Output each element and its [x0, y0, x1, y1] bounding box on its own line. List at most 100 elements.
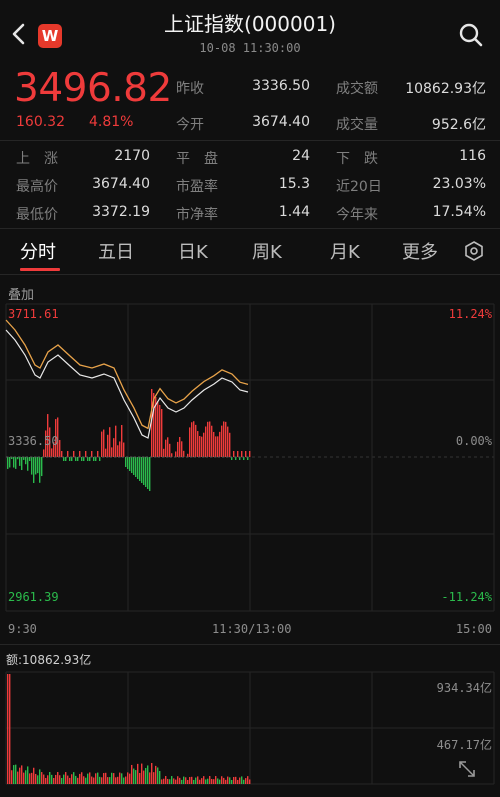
- volume-bar: [65, 772, 67, 784]
- stat-label: 最低价: [16, 207, 58, 223]
- turnover-label: 成交额: [336, 81, 378, 97]
- breadth-bar: [215, 436, 217, 457]
- volume-bar: [181, 779, 183, 784]
- volume-bar: [81, 772, 83, 784]
- volume-bar: [73, 772, 75, 784]
- x-axis-start: 9:30: [8, 622, 37, 636]
- breadth-bar: [209, 421, 211, 457]
- volume-bar: [113, 773, 115, 784]
- volume-bar: [227, 776, 229, 784]
- volume-bar: [237, 779, 239, 784]
- tab-weekly-k[interactable]: 周K: [252, 238, 282, 264]
- breadth-bar: [91, 451, 93, 457]
- price-change-pct: 4.81%: [89, 114, 134, 130]
- volume-bar: [139, 772, 141, 784]
- tab-more[interactable]: 更多: [402, 238, 438, 264]
- volume-bar: [13, 765, 15, 784]
- volume-bar: [217, 778, 219, 784]
- volume-bar: [109, 777, 111, 784]
- breadth-bar: [83, 457, 85, 461]
- breadth-bar: [159, 405, 161, 457]
- volume-bar: [51, 774, 53, 784]
- page-title: 上证指数(000001): [164, 12, 336, 36]
- breadth-bar: [99, 457, 101, 461]
- breadth-bar: [101, 431, 103, 457]
- breadth-bar: [191, 422, 193, 457]
- breadth-bar: [59, 439, 61, 457]
- volume-bar: [243, 779, 245, 784]
- stat-value: 24: [292, 148, 310, 164]
- breadth-bar: [167, 437, 169, 457]
- breadth-bar: [67, 451, 69, 457]
- breadth-bar: [131, 457, 133, 473]
- volume-bar: [125, 776, 127, 784]
- volume-bar: [21, 765, 23, 784]
- volume-bar: [119, 772, 121, 784]
- breadth-bar: [197, 431, 199, 457]
- volume-bar: [43, 774, 45, 784]
- volume-bar: [183, 776, 185, 784]
- breadth-bar: [119, 441, 121, 457]
- volume-bar: [105, 772, 107, 784]
- volume-bar: [33, 767, 35, 784]
- breadth-bar: [249, 451, 251, 457]
- volume-bar: [121, 773, 123, 784]
- breadth-bar: [195, 424, 197, 457]
- volume-bar: [185, 777, 187, 784]
- tab-daily-k[interactable]: 日K: [178, 238, 208, 264]
- breadth-bar: [225, 421, 227, 457]
- breadth-bar: [41, 457, 43, 477]
- intraday-chart[interactable]: [0, 300, 500, 645]
- volume-bar: [53, 777, 55, 784]
- breadth-bar: [79, 451, 81, 457]
- breadth-bar: [223, 421, 225, 457]
- breadth-bar: [245, 451, 247, 457]
- volume-bar: [45, 777, 47, 784]
- stat-value: 2170: [114, 148, 150, 164]
- breadth-bar: [71, 457, 73, 461]
- breadth-bar: [97, 451, 99, 457]
- expand-icon: [459, 761, 475, 777]
- volume-bar: [69, 777, 71, 784]
- volume-bar: [103, 773, 105, 784]
- breadth-bar: [227, 426, 229, 457]
- tab-intraday[interactable]: 分时: [20, 238, 56, 264]
- breadth-bar: [103, 429, 105, 457]
- volume-bar: [223, 777, 225, 784]
- x-axis-end: 15:00: [455, 622, 492, 636]
- breadth-bar: [221, 425, 223, 457]
- breadth-bar: [237, 451, 239, 457]
- volume-bar: [199, 779, 201, 784]
- tab-five-day[interactable]: 五日: [98, 238, 134, 264]
- volume-bar: [143, 770, 145, 784]
- breadth-bar: [123, 442, 125, 457]
- breadth-bar: [113, 438, 115, 457]
- breadth-bar: [133, 457, 135, 475]
- volume-bar: [215, 776, 217, 784]
- breadth-bar: [179, 437, 181, 457]
- volume-bar: [67, 775, 69, 784]
- volume-bar: [205, 779, 207, 784]
- breadth-bar: [61, 451, 63, 457]
- volume-bar: [39, 769, 41, 784]
- breadth-bar: [75, 457, 77, 461]
- prev-close-value: 3336.50: [252, 78, 310, 94]
- expand-button[interactable]: [456, 758, 478, 784]
- breadth-bar: [93, 457, 95, 461]
- volume-bar: [71, 774, 73, 784]
- volume-chart[interactable]: [0, 668, 500, 786]
- tab-monthly-k[interactable]: 月K: [330, 238, 360, 264]
- breadth-bar: [217, 436, 219, 457]
- breadth-bar: [129, 457, 131, 471]
- volume-bar: [171, 776, 173, 784]
- volume-bar: [61, 777, 63, 784]
- breadth-bar: [145, 457, 147, 487]
- breadth-bar: [25, 457, 27, 465]
- search-button[interactable]: [458, 22, 484, 48]
- chart-settings-button[interactable]: [463, 240, 485, 266]
- volume-bar: [107, 777, 109, 784]
- breadth-bar: [141, 457, 143, 483]
- stat-label: 平 盘: [176, 151, 218, 167]
- volume-bar: [141, 763, 143, 784]
- breadth-bar: [107, 434, 109, 457]
